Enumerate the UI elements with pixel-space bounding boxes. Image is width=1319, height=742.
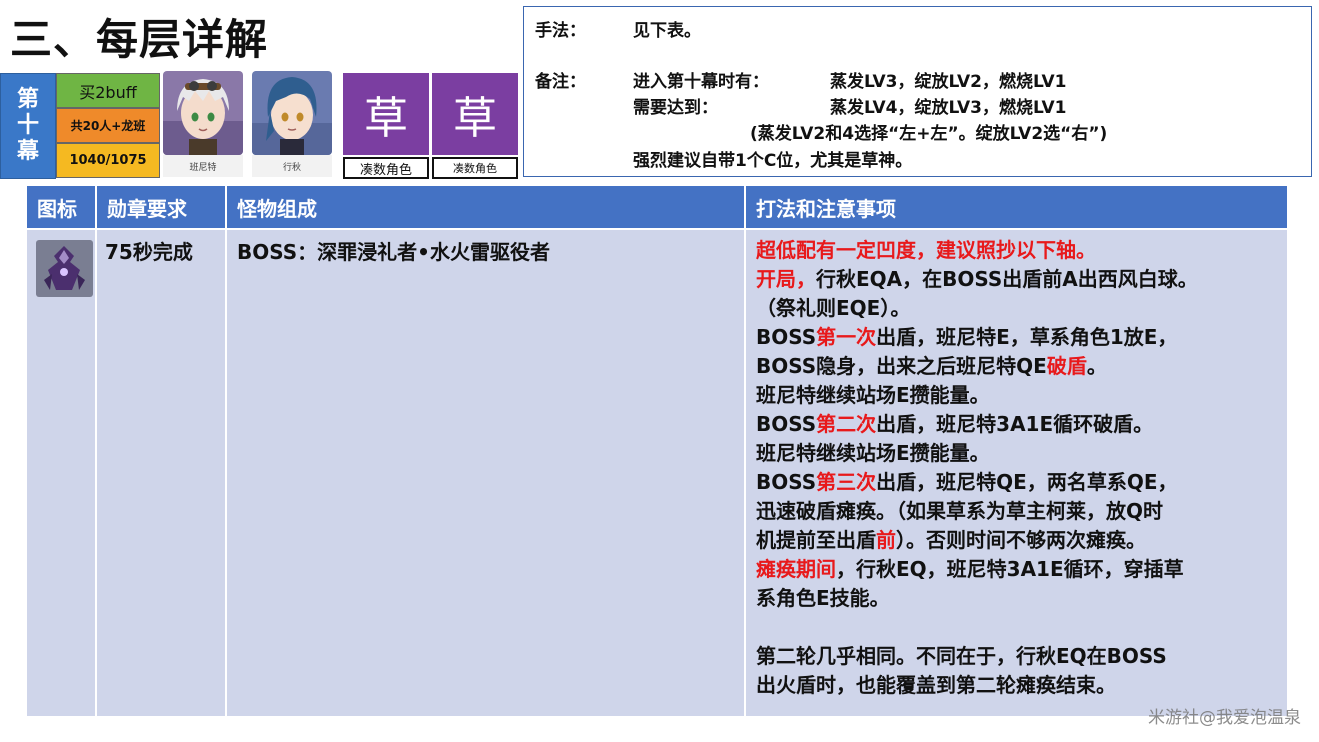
tactics-line: BOSS第一次出盾，班尼特E，草系角色1放E， [756,323,1287,352]
bennett-portrait [163,71,243,155]
tactics-line: 超低配有一定凹度，建议照抄以下轴。 [756,236,1287,265]
tactics-highlight: 前 [876,528,896,552]
header-monsters: 怪物组成 [227,186,746,228]
tactics-line: 出火盾时，也能覆盖到第二轮瘫痪结束。 [756,671,1287,700]
enter-value: 蒸发LV3，绽放LV2，燃烧LV1 [830,72,1067,92]
tactics-segment: 。 [1086,354,1107,378]
tactics-line: BOSS第二次出盾，班尼特3A1E循环破盾。 [756,410,1287,439]
section-title: 三、每层详解 [10,15,269,64]
tactics-segment: ，行秋EQ，班尼特3A1E循环，穿插草 [836,557,1184,581]
character-card-xingqiu: 行秋 [252,71,332,179]
tactics-line: 瘫痪期间，行秋EQ，班尼特3A1E循环，穿插草 [756,555,1287,584]
tactics-line: 系角色E技能。 [756,584,1287,613]
tactics-segment: ）。否则时间不够两次瘫痪。 [896,528,1146,552]
tactics-highlight: 第一次 [816,325,877,349]
tactics-segment: BOSS [756,325,817,349]
header-medal: 勋章要求 [97,186,227,228]
watermark: 米游社@我爱泡温泉 [1148,708,1301,728]
tactics-segment: （祭礼则EQE）。 [756,296,911,320]
need-value: 蒸发LV4，绽放LV3，燃烧LV1 [830,98,1067,118]
cell-icon [27,230,97,716]
element-slot-2: 草 凑数角色 [432,73,518,179]
score-badge: 1040/1075 [56,143,160,178]
choice-note: (蒸发LV2和4选择“左+左”。绽放LV2选“右”) [750,124,1108,144]
tactics-segment: BOSS [756,470,817,494]
tactics-highlight: 第三次 [816,470,877,494]
tactics-line [756,613,1287,642]
tactics-highlight: 瘫痪期间 [756,557,836,581]
cell-tactics: 超低配有一定凹度，建议照抄以下轴。 开局，行秋EQA，在BOSS出盾前A出西风白球… [746,230,1287,716]
tactics-line: 班尼特继续站场E攒能量。 [756,439,1287,468]
floor-char: 十 [16,113,39,138]
tactics-segment: 出盾，班尼特3A1E循环破盾。 [876,412,1154,436]
dendro-element-label: 草 [432,73,518,155]
tactics-segment: 班尼特继续站场E攒能量。 [756,441,990,465]
tactics-line: 机提前至出盾前）。否则时间不够两次瘫痪。 [756,526,1287,555]
need-label: 需要达到： [633,98,718,118]
monster-composition: BOSS：深罪浸礼者•水火雷驱役者 [237,240,550,264]
cell-medal: 75秒完成 [97,230,227,716]
boss-icon [36,240,93,297]
header-icon: 图标 [27,186,97,228]
buff-badge: 买2buff [56,73,160,108]
tactics-line: BOSS隐身，出来之后班尼特QE破盾。 [756,352,1287,381]
people-badge: 共20人+龙班 [56,108,160,143]
floor-info: 买2buff 共20人+龙班 1040/1075 [56,73,160,179]
element-slot-1: 草 凑数角色 [343,73,429,179]
tactics-line: 开局，行秋EQA，在BOSS出盾前A出西风白球。 [756,265,1287,294]
tactics-segment: 机提前至出盾 [756,528,876,552]
tactics-line: （祭礼则EQE）。 [756,294,1287,323]
floor-label: 第 十 幕 [0,73,56,179]
table-header: 图标 勋章要求 怪物组成 打法和注意事项 [27,186,1287,228]
remark-label: 备注： [535,72,586,92]
table-row: 75秒完成 BOSS：深罪浸礼者•水火雷驱役者 超低配有一定凹度，建议照抄以下轴… [27,230,1287,716]
tactics-highlight: 破盾 [1046,354,1087,378]
filler-role-label: 凑数角色 [343,157,429,179]
dendro-element-label: 草 [343,73,429,155]
filler-role-label: 凑数角色 [432,157,518,179]
tactics-segment: 行秋EQA，在BOSS出盾前A出西风白球。 [816,267,1198,291]
floor-char: 第 [16,87,39,112]
floor-table: 图标 勋章要求 怪物组成 打法和注意事项 75秒完成 BOSS：深罪浸礼者•水火… [27,186,1287,716]
enter-label: 进入第十幕时有： [633,72,769,92]
tactics-segment: 出盾，班尼特E，草系角色1放E， [876,325,1178,349]
tactics-line: BOSS第三次出盾，班尼特QE，两名草系QE， [756,468,1287,497]
character-name: 行秋 [252,155,332,177]
cell-monsters: BOSS：深罪浸礼者•水火雷驱役者 [227,230,746,716]
tactics-line: 迅速破盾瘫痪。（如果草系为草主柯莱，放Q时 [756,497,1287,526]
tactics-line: 班尼特继续站场E攒能量。 [756,381,1287,410]
tactics-segment: 出盾，班尼特QE，两名草系QE， [876,470,1178,494]
method-label: 手法： [535,21,586,41]
tactics-segment: BOSS [756,412,817,436]
character-name: 班尼特 [163,155,243,177]
tactics-segment: 出火盾时，也能覆盖到第二轮瘫痪结束。 [756,673,1116,697]
tactics-segment: 班尼特继续站场E攒能量。 [756,383,990,407]
xingqiu-portrait [252,71,332,155]
tactics-highlight: 开局， [756,267,816,291]
medal-requirement: 75秒完成 [105,240,193,264]
tactics-segment: BOSS隐身，出来之后班尼特QE [756,354,1047,378]
floor-char: 幕 [16,139,39,164]
notes-box: 手法： 见下表。 备注： 进入第十幕时有： 蒸发LV3，绽放LV2，燃烧LV1 … [523,6,1312,177]
tactics-highlight: 第二次 [816,412,877,436]
tactics-text: 超低配有一定凹度，建议照抄以下轴。 开局，行秋EQA，在BOSS出盾前A出西风白球… [746,230,1287,700]
method-value: 见下表。 [633,21,701,41]
tactics-segment: 系角色E技能。 [756,586,890,610]
character-card-bennett: 班尼特 [163,71,243,179]
tactics-segment: 迅速破盾瘫痪。（如果草系为草主柯莱，放Q时 [756,499,1164,523]
tactics-segment: 第二轮几乎相同。不同在于，行秋EQ在BOSS [756,644,1167,668]
suggest-note: 强烈建议自带1个C位，尤其是草神。 [633,151,913,171]
header-tactics: 打法和注意事项 [756,196,896,221]
tactics-highlight: 超低配有一定凹度，建议照抄以下轴。 [756,238,1096,262]
tactics-line: 第二轮几乎相同。不同在于，行秋EQ在BOSS [756,642,1287,671]
